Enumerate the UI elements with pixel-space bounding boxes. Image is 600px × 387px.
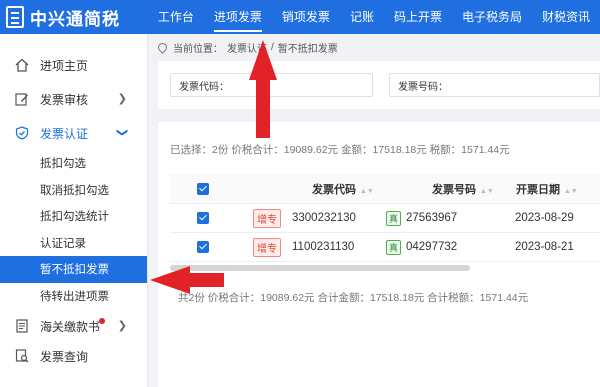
sidebar-sub-cancel-deduction-select[interactable]: 取消抵扣勾选 [0, 177, 147, 204]
column-header-label: 开票日期 [516, 183, 560, 196]
nav-input-invoices[interactable]: 进项发票 [204, 0, 272, 34]
sort-icon[interactable]: ▲▼ [480, 188, 494, 195]
invoice-type-tag: 增专 [253, 208, 281, 228]
nav-code-invoicing[interactable]: 码上开票 [384, 0, 452, 34]
sidebar-sub-certification-records[interactable]: 认证记录 [0, 230, 147, 257]
authenticity-tag: 真 [386, 239, 402, 255]
sidebar-item-label: 进项主页 [40, 58, 89, 73]
sidebar-item-label: 海关缴款书 [40, 319, 101, 334]
top-navigation-bar: 中兴通简税 工作台 进项发票 销项发票 记账 码上开票 电子税务局 财税资讯 [0, 0, 600, 34]
nav-tax-news[interactable]: 财税资讯 [532, 0, 600, 34]
app-logo[interactable]: 中兴通简税 [0, 0, 148, 34]
sidebar-item-invoice-certification[interactable]: 发票认证 ❯ [0, 116, 147, 150]
nav-workbench[interactable]: 工作台 [148, 0, 204, 34]
sidebar-item-invoice-query[interactable]: 发票查询 [0, 343, 147, 369]
search-icon [14, 348, 30, 364]
breadcrumb: 当前位置： 发票认证 / 暂不抵扣发票 [156, 40, 342, 55]
sidebar-item-customs-payment[interactable]: 海关缴款书 ❯ [0, 309, 147, 343]
invoice-date: 2023-08-29 [515, 212, 574, 224]
column-header-label: 发票号码 [432, 183, 476, 196]
invoice-code-input[interactable] [231, 79, 372, 91]
invoice-number-label: 发票号码： [398, 81, 448, 93]
nav-output-invoices[interactable]: 销项发票 [272, 0, 340, 34]
row-checkbox[interactable] [197, 241, 209, 253]
sidebar-sub-deduction-statistics[interactable]: 抵扣勾选统计 [0, 203, 147, 230]
shield-check-icon [14, 125, 30, 141]
nav-e-tax-bureau[interactable]: 电子税务局 [452, 0, 532, 34]
table-header: 发票代码 ▲▼ 发票号码 ▲▼ 开票日期 ▲▼ [170, 174, 600, 204]
chevron-down-icon: ❯ [115, 127, 128, 138]
invoice-number-field[interactable]: 发票号码： [389, 73, 600, 97]
sidebar-item-label: 发票认证 [40, 126, 89, 141]
top-nav: 工作台 进项发票 销项发票 记账 码上开票 电子税务局 财税资讯 [148, 0, 600, 34]
breadcrumb-prefix: 当前位置： [173, 44, 223, 55]
sidebar-item-label: 发票审核 [40, 92, 89, 107]
table-row[interactable]: 增专 1100231130 真 04297732 2023-08-21 [170, 233, 600, 262]
invoice-number: 04297732 [406, 241, 458, 253]
nav-bookkeeping[interactable]: 记账 [340, 0, 384, 34]
invoice-number-input[interactable] [450, 79, 599, 91]
invoice-table: 发票代码 ▲▼ 发票号码 ▲▼ 开票日期 ▲▼ 增专 3300232130 真 275… [170, 174, 600, 262]
home-icon [14, 57, 30, 73]
authenticity-tag: 真 [386, 210, 402, 226]
total-summary: 共2份 价税合计：19089.62元 合计金额：17518.18元 合计税额：1… [178, 292, 529, 304]
sort-icon[interactable]: ▲▼ [564, 188, 578, 195]
filter-panel: 发票代码： 发票号码： [158, 61, 600, 109]
column-header-date[interactable]: 开票日期 ▲▼ [516, 181, 578, 197]
location-pin-icon [156, 41, 169, 54]
row-checkbox[interactable] [197, 212, 209, 224]
select-all-checkbox[interactable] [197, 182, 209, 195]
logo-icon [6, 6, 24, 28]
document-icon [14, 318, 30, 334]
sidebar-sub-non-deductible-invoices[interactable]: 暂不抵扣发票 [0, 256, 147, 283]
edit-icon [14, 91, 30, 107]
sidebar-item-input-home[interactable]: 进项主页 [0, 48, 147, 82]
column-header-label: 发票代码 [312, 183, 356, 196]
invoice-type-tag: 增专 [253, 237, 281, 257]
invoice-number: 27563967 [406, 212, 458, 224]
horizontal-scrollbar[interactable] [170, 265, 470, 271]
sidebar-item-invoice-review[interactable]: 发票审核 ❯ [0, 82, 147, 116]
chevron-right-icon: ❯ [117, 93, 127, 105]
sort-icon[interactable]: ▲▼ [360, 188, 374, 195]
column-header-code[interactable]: 发票代码 ▲▼ [312, 181, 374, 197]
invoice-code: 1100231130 [292, 241, 355, 253]
invoice-list-panel: 已选择：2份 价税合计：19089.62元 金额：17518.18元 税额：15… [158, 122, 600, 387]
sidebar: 进项主页 发票审核 ❯ 发票认证 ❯ 抵扣勾选 取消抵扣勾选 抵扣勾选统计 认证… [0, 34, 148, 387]
invoice-date: 2023-08-21 [515, 241, 574, 253]
breadcrumb-item[interactable]: 发票认证 [227, 40, 267, 55]
table-row[interactable]: 增专 3300232130 真 27563967 2023-08-29 [170, 204, 600, 233]
app-name: 中兴通简税 [30, 9, 120, 29]
invoice-code-label: 发票代码： [179, 81, 229, 93]
sidebar-sub-deduction-select[interactable]: 抵扣勾选 [0, 150, 147, 177]
invoice-code-field[interactable]: 发票代码： [170, 73, 373, 97]
breadcrumb-current: 暂不抵扣发票 [277, 44, 338, 55]
sidebar-item-label: 发票查询 [40, 349, 89, 364]
chevron-right-icon: ❯ [117, 320, 127, 332]
selection-summary: 已选择：2份 价税合计：19089.62元 金额：17518.18元 税额：15… [170, 144, 510, 156]
column-header-number[interactable]: 发票号码 ▲▼ [432, 181, 494, 197]
notification-dot [99, 318, 105, 324]
sidebar-sub-pending-transfer-invoices[interactable]: 待转出进项票 [0, 283, 147, 310]
breadcrumb-separator: / [271, 42, 274, 53]
invoice-code: 3300232130 [292, 212, 356, 224]
